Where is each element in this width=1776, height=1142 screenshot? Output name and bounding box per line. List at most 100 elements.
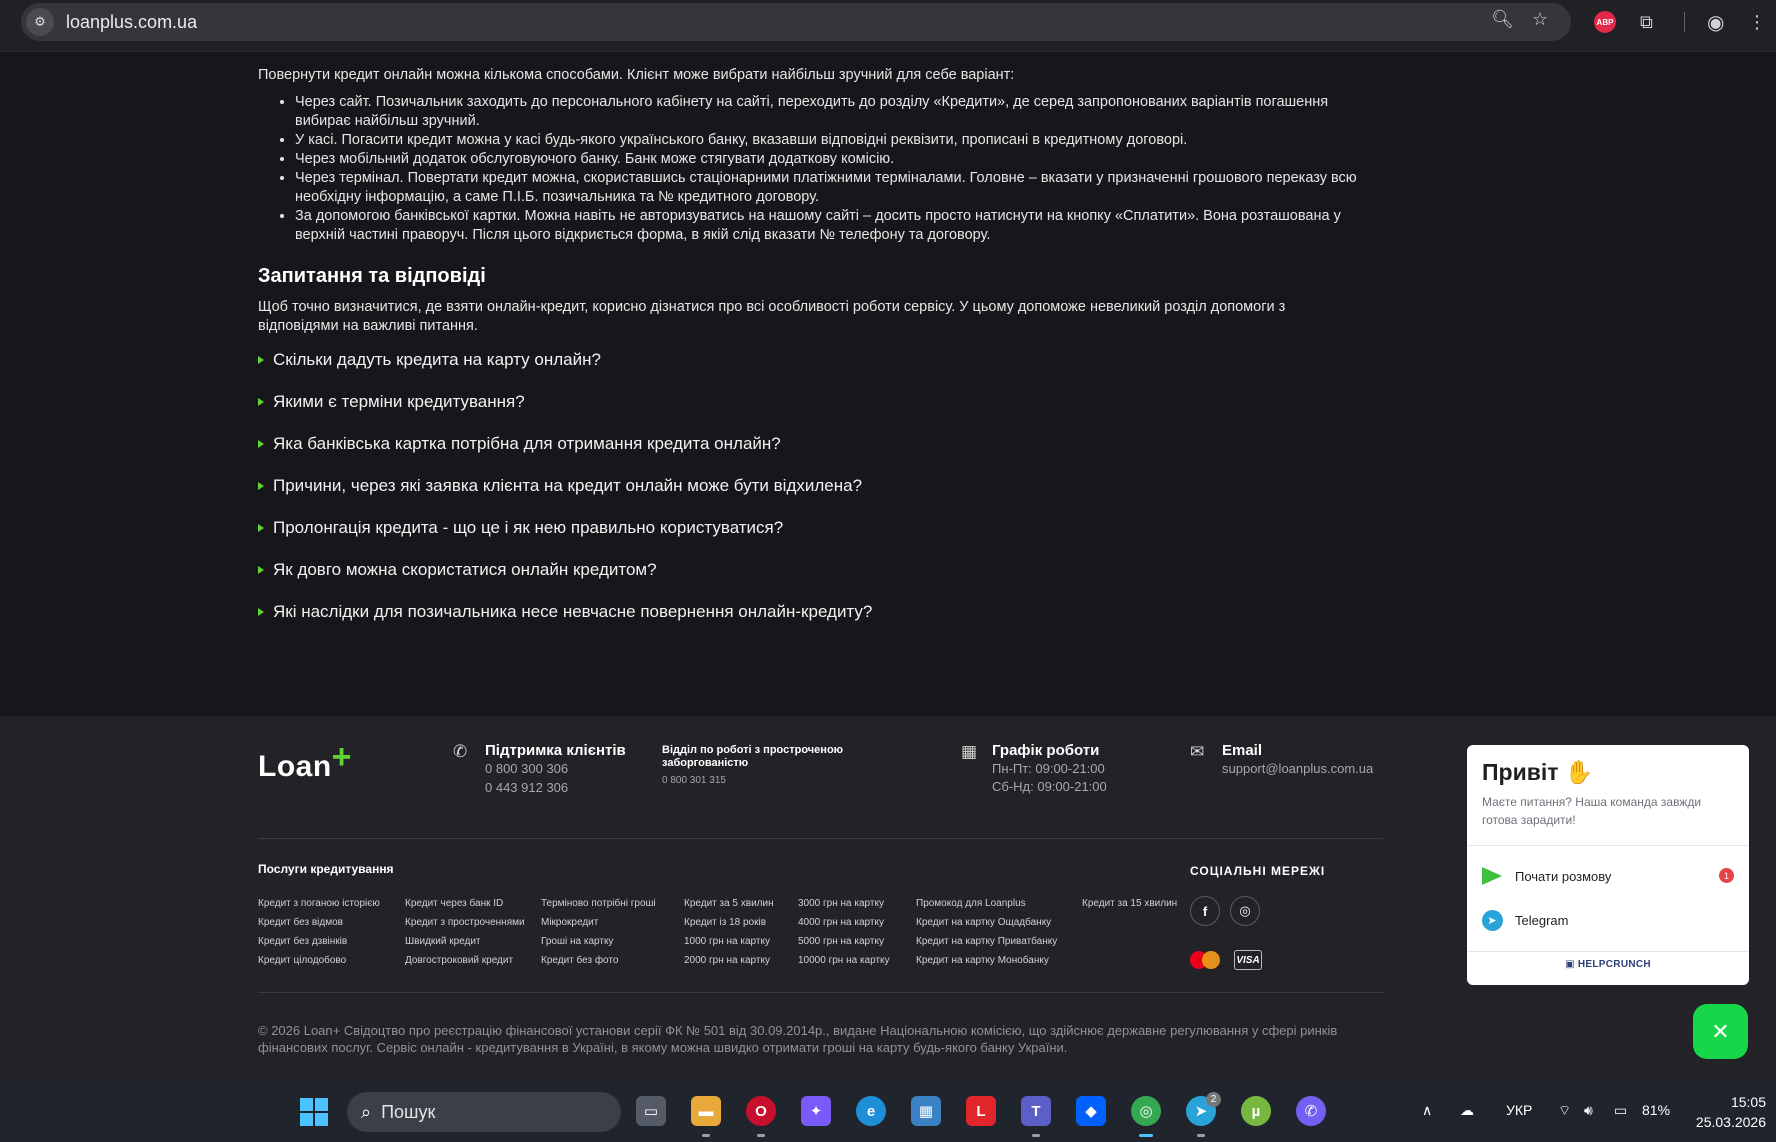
services-column-4: Кредит за 5 хвилин Кредит із 18 років 10… xyxy=(684,894,774,970)
extensions-icon[interactable]: ⧉ xyxy=(1640,12,1653,33)
faq-question-text: Скільки дадуть кредита на карту онлайн? xyxy=(273,350,601,369)
wifi-icon[interactable]: ⌔ xyxy=(1558,1102,1571,1120)
service-link[interactable]: Кредит на картку Монобанку xyxy=(916,951,1057,970)
dropbox-icon[interactable]: ◆ xyxy=(1076,1096,1106,1126)
page-content: Повернути кредит онлайн можна кількома с… xyxy=(0,52,1776,716)
onedrive-icon[interactable]: ☁ xyxy=(1460,1102,1474,1119)
email-block: Email support@loanplus.com.ua xyxy=(1222,742,1373,778)
service-link[interactable]: 1000 грн на картку xyxy=(684,932,774,951)
facebook-icon[interactable]: f xyxy=(1190,896,1220,926)
send-icon xyxy=(1481,865,1503,887)
service-link[interactable]: 2000 грн на картку xyxy=(684,951,774,970)
support-phone-2[interactable]: 0 443 912 306 xyxy=(485,778,626,797)
start-conversation-button[interactable]: Почати розмову xyxy=(1481,865,1611,887)
service-link[interactable]: Кредит на картку Приватбанку xyxy=(916,932,1057,951)
windows-start-icon[interactable] xyxy=(300,1098,328,1126)
zoom-icon[interactable]: 🔍︎ xyxy=(1491,9,1514,30)
service-link[interactable]: Гроші на картку xyxy=(541,932,656,951)
volume-icon[interactable]: 🔊︎ xyxy=(1584,1102,1593,1119)
service-link[interactable]: Кредит з простроченнями xyxy=(405,913,525,932)
faq-question-1[interactable]: Скільки дадуть кредита на карту онлайн? xyxy=(258,350,601,370)
adblock-extension-icon[interactable]: ABP xyxy=(1594,11,1616,33)
site-info-icon[interactable]: ⚙ xyxy=(26,8,54,36)
service-link[interactable]: Кредит без відмов xyxy=(258,913,380,932)
l-app-icon[interactable]: L xyxy=(966,1096,996,1126)
bookmark-star-icon[interactable]: ☆ xyxy=(1532,9,1548,30)
service-link[interactable]: Промокод для Loanplus xyxy=(916,894,1057,913)
telegram-button[interactable]: ➤ Telegram xyxy=(1481,909,1568,931)
expand-triangle-icon xyxy=(258,398,264,406)
services-column-5: 3000 грн на картку 4000 грн на картку 50… xyxy=(798,894,890,970)
overdue-title: Відділ по роботі з простроченою заборгов… xyxy=(662,744,844,769)
tray-chevron-icon[interactable]: ∧ xyxy=(1422,1102,1432,1119)
service-link[interactable]: Кредит із 18 років xyxy=(684,913,774,932)
telegram-icon: ➤ xyxy=(1481,909,1503,931)
loanplus-logo[interactable]: Loan+ xyxy=(258,738,352,785)
faq-question-2[interactable]: Якими є терміни кредитування? xyxy=(258,392,525,412)
opera-icon[interactable]: O xyxy=(746,1096,776,1126)
expand-triangle-icon xyxy=(258,482,264,490)
faq-question-7[interactable]: Які наслідки для позичальника несе невча… xyxy=(258,602,872,622)
faq-question-4[interactable]: Причини, через які заявка клієнта на кре… xyxy=(258,476,862,496)
profile-icon[interactable]: ◉ xyxy=(1707,10,1724,35)
helpcrunch-label: HELPCRUNCH xyxy=(1577,959,1651,970)
footer-divider xyxy=(258,838,1383,839)
service-link[interactable]: 4000 грн на картку xyxy=(798,913,890,932)
copilot-icon[interactable]: ✦ xyxy=(801,1096,831,1126)
service-link[interactable]: Кредит за 5 хвилин xyxy=(684,894,774,913)
service-link[interactable]: Довгостроковий кредит xyxy=(405,951,525,970)
services-column-1: Кредит з поганою історією Кредит без від… xyxy=(258,894,380,970)
service-link[interactable]: 5000 грн на картку xyxy=(798,932,890,951)
toolbar-divider xyxy=(1684,12,1685,32)
support-phone-1[interactable]: 0 800 300 306 xyxy=(485,759,626,778)
services-column-6: Промокод для Loanplus Кредит на картку О… xyxy=(916,894,1057,970)
store-icon[interactable]: ▦ xyxy=(911,1096,941,1126)
expand-triangle-icon xyxy=(258,440,264,448)
expand-triangle-icon xyxy=(258,566,264,574)
service-link[interactable]: Кредит цілодобово xyxy=(258,951,380,970)
chat-close-button[interactable]: ✕ xyxy=(1693,1004,1748,1059)
service-link[interactable]: Мікрокредит xyxy=(541,913,656,932)
service-link[interactable]: 10000 грн на картку xyxy=(798,951,890,970)
schedule-weekend: Сб-Нд: 09:00-21:00 xyxy=(992,779,1107,794)
menu-icon[interactable]: ⋮ xyxy=(1748,12,1766,33)
running-indicator xyxy=(1032,1134,1040,1137)
overdue-block: Відділ по роботі з простроченою заборгов… xyxy=(662,744,862,788)
service-link[interactable]: Терміново потрібні гроші xyxy=(541,894,656,913)
edge-icon[interactable]: e xyxy=(856,1096,886,1126)
chrome-icon[interactable]: ◎ xyxy=(1131,1096,1161,1126)
utorrent-icon[interactable]: µ xyxy=(1241,1096,1271,1126)
faq-question-3[interactable]: Яка банківська картка потрібна для отрим… xyxy=(258,434,781,454)
email-title: Email xyxy=(1222,742,1263,759)
address-bar[interactable]: ⚙ loanplus.com.ua xyxy=(21,3,1571,41)
repayment-intro: Повернути кредит онлайн можна кількома с… xyxy=(258,67,1015,83)
teams-icon[interactable]: T xyxy=(1021,1096,1051,1126)
overdue-phone[interactable]: 0 800 301 315 xyxy=(662,775,726,786)
faq-heading: Запитання та відповіді xyxy=(258,265,486,287)
service-link[interactable]: Кредит з поганою історією xyxy=(258,894,380,913)
service-link[interactable]: Кредит через банк ID xyxy=(405,894,525,913)
service-link[interactable]: Кредит без дзвінків xyxy=(258,932,380,951)
file-explorer-icon[interactable]: ▬ xyxy=(691,1096,721,1126)
list-item: За допомогою банківської картки. Можна н… xyxy=(295,207,1375,245)
instagram-icon[interactable]: ◎ xyxy=(1230,896,1260,926)
chat-divider xyxy=(1467,951,1749,952)
language-indicator[interactable]: УКР xyxy=(1506,1102,1532,1118)
service-link[interactable]: Кредит на картку Ощадбанку xyxy=(916,913,1057,932)
faq-question-5[interactable]: Пролонгація кредита - що це і як нею пра… xyxy=(258,518,783,538)
faq-question-6[interactable]: Як довго можна скористатися онлайн креди… xyxy=(258,560,657,580)
service-link[interactable]: Кредит без фото xyxy=(541,951,656,970)
battery-icon[interactable]: ▭ xyxy=(1614,1102,1627,1119)
service-link[interactable]: Швидкий кредит xyxy=(405,932,525,951)
service-link[interactable]: Кредит за 15 хвилин xyxy=(1082,894,1177,913)
task-view-icon[interactable]: ▭ xyxy=(636,1096,666,1126)
viber-icon[interactable]: ✆ xyxy=(1296,1096,1326,1126)
taskbar-search[interactable]: ⌕ Пошук xyxy=(347,1092,621,1132)
chat-divider xyxy=(1467,845,1749,846)
running-indicator xyxy=(757,1134,765,1137)
email-link[interactable]: support@loanplus.com.ua xyxy=(1222,759,1373,778)
system-clock[interactable]: 15:05 25.03.2026 xyxy=(1690,1092,1766,1132)
service-link[interactable]: 3000 грн на картку xyxy=(798,894,890,913)
url-text[interactable]: loanplus.com.ua xyxy=(66,12,197,33)
helpcrunch-brand[interactable]: ▣ HELPCRUNCH xyxy=(1467,959,1749,970)
